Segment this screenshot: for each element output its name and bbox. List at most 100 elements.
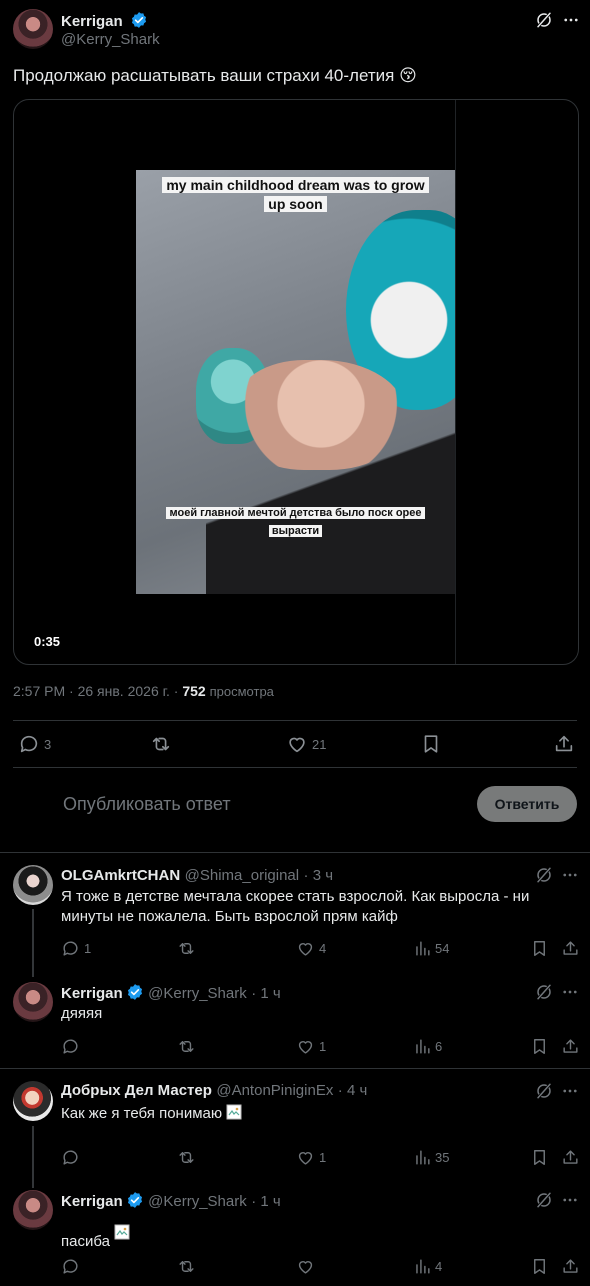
author-avatar[interactable] [13,9,53,49]
share-icon[interactable] [561,1257,580,1276]
reply-time[interactable]: · 4 ч [338,1082,368,1099]
reply-time[interactable]: · 1 ч [251,985,281,1002]
avatar[interactable] [13,1190,53,1230]
bookmark-icon[interactable] [530,1037,549,1056]
reply-author-name[interactable]: OLGAmkrtCHAN [61,867,180,884]
views-action[interactable]: 54 [413,939,449,958]
bookmark-icon[interactable] [530,1257,549,1276]
author-name[interactable]: Kerrigan [61,13,123,30]
video-caption-top: my main childhood dream was to grow up s… [156,176,435,214]
reply-text: Как же я тебя понимаю [61,1104,242,1124]
thread-line [32,1126,34,1188]
post-date[interactable]: 26 янв. 2026 г. [78,683,170,699]
share-icon[interactable] [561,939,580,958]
reply-text-body: пасиба [61,1233,110,1250]
reply-icon[interactable] [61,1257,80,1276]
retweet-action[interactable] [150,733,172,755]
retweet-icon[interactable] [177,1037,196,1056]
reply-count: 3 [44,736,52,752]
like-action[interactable]: 1 [296,1037,326,1056]
reply-author-handle[interactable]: @Shima_original [185,867,299,884]
reply-submit-button[interactable]: Ответить [477,786,577,822]
bookmark-icon[interactable] [530,1148,549,1167]
broken-image-icon [114,1224,130,1240]
post-meta: 2:57 PM · 26 янв. 2026 г. · 752 просмотр… [13,683,274,699]
author-handle[interactable]: @Kerry_Shark [61,31,160,48]
heart-icon[interactable] [296,1257,315,1276]
retweet-icon[interactable] [177,1257,196,1276]
reply-author-name[interactable]: Kerrigan [61,1193,123,1210]
thread-line [32,909,34,977]
more-options-icon[interactable] [562,11,580,29]
grok-icon[interactable] [535,11,553,29]
verified-badge-icon [132,12,147,28]
author-name-row[interactable]: Kerrigan [61,11,148,31]
broken-image-icon [226,1104,242,1120]
more-options-icon[interactable] [561,1191,579,1209]
reply-text: дяяяя [61,1005,103,1022]
analytics-icon [416,941,430,956]
bookmark-icon[interactable] [530,939,549,958]
reply-author-name[interactable]: Kerrigan [61,985,123,1002]
avatar[interactable] [13,865,53,905]
reply-header: Добрых Дел Мастер @AntonPiniginEx · 4 ч [61,1082,367,1100]
post-time[interactable]: 2:57 PM [13,683,65,699]
like-count: 1 [319,1039,327,1054]
bookmark-icon[interactable] [420,733,442,755]
like-count: 21 [312,736,327,752]
more-options-icon[interactable] [561,1082,579,1100]
grok-icon[interactable] [535,1191,553,1209]
like-action[interactable]: 4 [296,939,326,958]
reply-count: 1 [84,941,92,956]
reply-author-handle[interactable]: @Kerry_Shark [148,985,247,1002]
views-count: 6 [435,1039,443,1054]
like-count: 4 [319,941,327,956]
like-action[interactable]: 1 [296,1148,326,1167]
analytics-icon [416,1150,430,1165]
views-action[interactable]: 35 [413,1148,449,1167]
reply-icon[interactable] [61,1037,80,1056]
reply-action[interactable]: 1 [61,939,91,958]
views-label: просмотра [209,684,274,699]
reply-author-handle[interactable]: @Kerry_Shark [148,1193,247,1210]
video-side-divider [455,100,456,664]
reply-icon [20,735,38,753]
video-frame[interactable]: my main childhood dream was to grow up s… [136,170,455,594]
like-action[interactable]: 21 [286,733,326,755]
video-player[interactable]: my main childhood dream was to grow up s… [13,99,579,665]
reply-author-name[interactable]: Добрых Дел Мастер [61,1082,212,1099]
post-text-body: Продолжаю расшатывать ваши страхи 40-лет… [13,66,395,85]
reply-author-handle[interactable]: @AntonPiniginEx [216,1082,333,1099]
views-action[interactable]: 4 [413,1257,442,1276]
reply-composer-input[interactable]: Опубликовать ответ [63,794,231,815]
kissing-face-emoji: 😚 [399,66,417,85]
video-caption-bottom: моей главной мечтой детства было поск ор… [166,503,425,539]
video-duration: 0:35 [34,634,61,649]
views-count: 4 [435,1259,443,1274]
share-icon[interactable] [561,1037,580,1056]
retweet-icon[interactable] [177,939,196,958]
analytics-icon [416,1039,430,1054]
reply-action[interactable]: 3 [18,733,51,755]
heart-icon [289,737,305,753]
reply-icon[interactable] [61,1148,80,1167]
share-icon[interactable] [561,1148,580,1167]
more-options-icon[interactable] [561,866,579,884]
more-options-icon[interactable] [561,983,579,1001]
views-action[interactable]: 6 [413,1037,442,1056]
avatar[interactable] [13,982,53,1022]
reply-text: пасиба [61,1224,130,1252]
reply-header: Kerrigan @Kerry_Shark · 1 ч [61,983,281,1003]
reply-icon [63,941,78,956]
grok-icon[interactable] [535,1082,553,1100]
grok-icon[interactable] [535,866,553,884]
grok-icon[interactable] [535,983,553,1001]
analytics-icon [416,1259,430,1274]
verified-badge-icon [127,1192,142,1208]
reply-time[interactable]: · 3 ч [304,867,334,884]
retweet-icon[interactable] [177,1148,196,1167]
avatar[interactable] [13,1081,53,1121]
reply-header: OLGAmkrtCHAN @Shima_original · 3 ч [61,867,333,885]
reply-time[interactable]: · 1 ч [251,1193,281,1210]
share-icon[interactable] [553,733,575,755]
